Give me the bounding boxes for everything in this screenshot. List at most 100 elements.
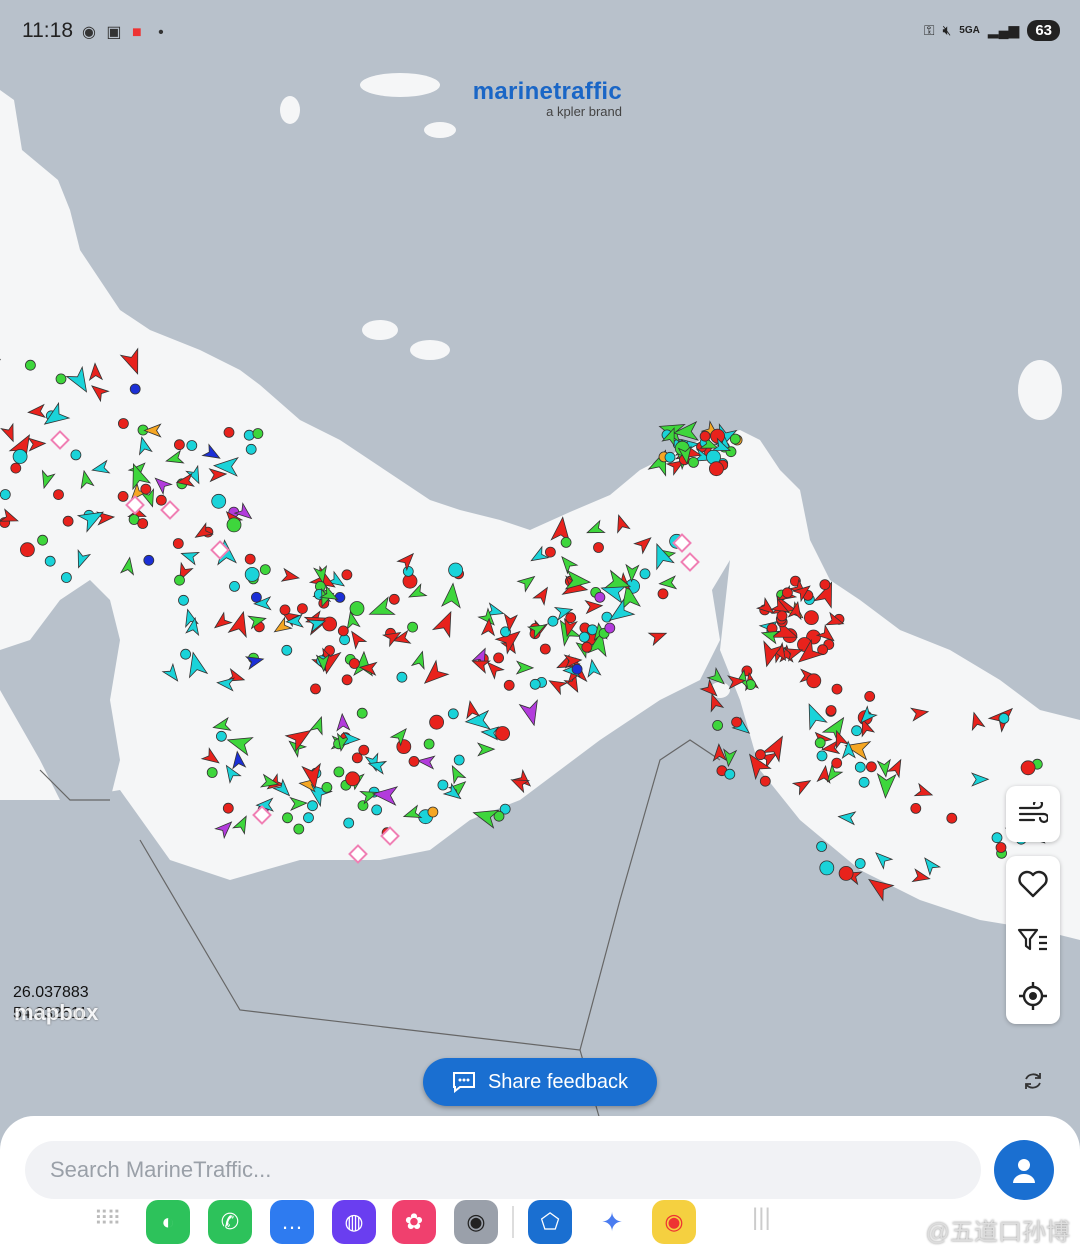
vessel-marker[interactable] [321, 782, 333, 793]
vessel-marker[interactable] [337, 625, 349, 637]
vessel-marker[interactable] [211, 493, 227, 509]
share-feedback-button[interactable]: Share feedback [423, 1058, 657, 1106]
messages-app-icon[interactable]: … [270, 1200, 314, 1244]
vessel-marker[interactable] [322, 616, 338, 632]
vessel-marker[interactable] [825, 705, 837, 716]
vessel-marker[interactable] [206, 767, 218, 778]
vessel-marker[interactable] [281, 644, 293, 656]
vessel-marker[interactable] [995, 842, 1007, 853]
vessel-marker[interactable] [252, 428, 264, 439]
vessel-marker[interactable] [348, 658, 360, 669]
browser-app-icon[interactable]: ◍ [332, 1200, 376, 1244]
vessel-marker[interactable] [503, 679, 515, 691]
vessel-marker[interactable] [529, 678, 541, 690]
vessel-marker[interactable] [851, 725, 862, 737]
vessel-marker[interactable] [854, 761, 866, 773]
vessel-marker[interactable] [117, 490, 129, 502]
vessel-marker[interactable] [427, 806, 439, 818]
vessel-marker[interactable] [581, 641, 593, 653]
filter-button[interactable] [1006, 912, 1060, 968]
vessel-marker[interactable] [804, 610, 819, 625]
vessel-marker[interactable] [180, 648, 192, 660]
app-drawer-icon[interactable]: ⠿⠿ [94, 1206, 121, 1231]
vessel-marker[interactable] [358, 744, 370, 756]
vessel-marker[interactable] [61, 572, 72, 583]
vessel-marker[interactable] [333, 766, 345, 778]
gallery-app-icon[interactable]: ✿ [392, 1200, 436, 1244]
vessel-marker[interactable] [731, 716, 742, 728]
vessel-marker[interactable] [831, 757, 843, 769]
vessel-marker[interactable] [838, 866, 854, 881]
vessel-marker[interactable] [604, 622, 616, 634]
vessel-marker[interactable] [579, 631, 590, 643]
vessel-marker[interactable] [866, 761, 877, 773]
vessel-marker[interactable] [709, 461, 724, 477]
vessel-marker[interactable] [174, 574, 185, 586]
vessel-marker[interactable] [259, 564, 271, 575]
vessel-marker[interactable] [143, 554, 155, 566]
vessel-marker[interactable] [173, 439, 185, 451]
vessel-marker[interactable] [118, 418, 129, 429]
vessel-marker[interactable] [831, 683, 843, 695]
vessel-marker[interactable] [495, 726, 511, 741]
vessel-marker[interactable] [343, 817, 355, 829]
vessel-marker[interactable] [296, 603, 308, 614]
vessel-marker[interactable] [858, 776, 870, 788]
vessel-marker[interactable] [396, 739, 412, 754]
vessel-marker[interactable] [539, 643, 551, 655]
vessel-marker[interactable] [371, 804, 383, 816]
wechat-app-icon[interactable]: ◐ [146, 1200, 190, 1244]
vessel-marker[interactable] [560, 537, 572, 548]
vessel-marker[interactable] [244, 553, 256, 565]
recent-apps-icon[interactable]: ||| [752, 1204, 771, 1232]
vessel-marker[interactable] [226, 517, 242, 533]
vessel-marker[interactable] [12, 449, 28, 464]
vessel-marker[interactable] [70, 449, 82, 461]
vessel-marker[interactable] [0, 489, 11, 500]
vessel-marker[interactable] [223, 426, 235, 438]
phone-app-icon[interactable]: ✆ [208, 1200, 252, 1244]
vessel-marker[interactable] [493, 652, 505, 664]
refresh-button[interactable] [1022, 1070, 1044, 1097]
vessel-marker[interactable] [545, 546, 556, 558]
vessel-marker[interactable] [339, 634, 351, 646]
vessel-marker[interactable] [396, 671, 408, 683]
vessel-marker[interactable] [816, 841, 827, 852]
vessel-marker[interactable] [819, 860, 835, 876]
vessel-marker[interactable] [759, 775, 771, 787]
vessel-marker[interactable] [864, 691, 876, 702]
vessel-marker[interactable] [55, 373, 67, 385]
vessel-marker[interactable] [356, 707, 368, 719]
vessel-marker[interactable] [998, 713, 1010, 724]
vessel-marker[interactable] [729, 433, 741, 445]
vessel-marker[interactable] [639, 568, 651, 580]
vessel-marker[interactable] [571, 663, 583, 675]
vessel-marker[interactable] [453, 754, 465, 766]
vessel-marker[interactable] [250, 591, 262, 603]
vessel-marker[interactable] [429, 714, 445, 730]
vessel-marker[interactable] [140, 483, 152, 495]
vessel-marker[interactable] [341, 674, 353, 686]
vessel-marker[interactable] [712, 720, 723, 731]
locate-button[interactable] [1006, 968, 1060, 1024]
vessel-marker[interactable] [215, 730, 227, 742]
vessel-marker[interactable] [245, 443, 257, 455]
gemini-app-icon[interactable]: ✦ [590, 1200, 634, 1244]
vessel-marker[interactable] [293, 823, 305, 835]
vessel-marker[interactable] [222, 802, 234, 814]
vessel-marker[interactable] [53, 489, 64, 501]
vessel-marker[interactable] [349, 601, 365, 616]
vessel-marker[interactable] [593, 542, 604, 553]
favorite-button[interactable] [1006, 856, 1060, 912]
vessel-marker[interactable] [1020, 760, 1036, 776]
vessel-marker[interactable] [137, 518, 149, 529]
vessel-marker[interactable] [178, 594, 189, 606]
vessel-marker[interactable] [244, 567, 260, 582]
vessel-marker[interactable] [910, 803, 922, 814]
vessel-marker[interactable] [402, 566, 414, 577]
vessel-marker[interactable] [854, 858, 866, 869]
vessel-marker[interactable] [407, 621, 419, 633]
vessel-marker[interactable] [307, 800, 318, 812]
mapbox-attribution[interactable]: mapbox [14, 1000, 98, 1026]
vessel-marker[interactable] [24, 359, 36, 371]
